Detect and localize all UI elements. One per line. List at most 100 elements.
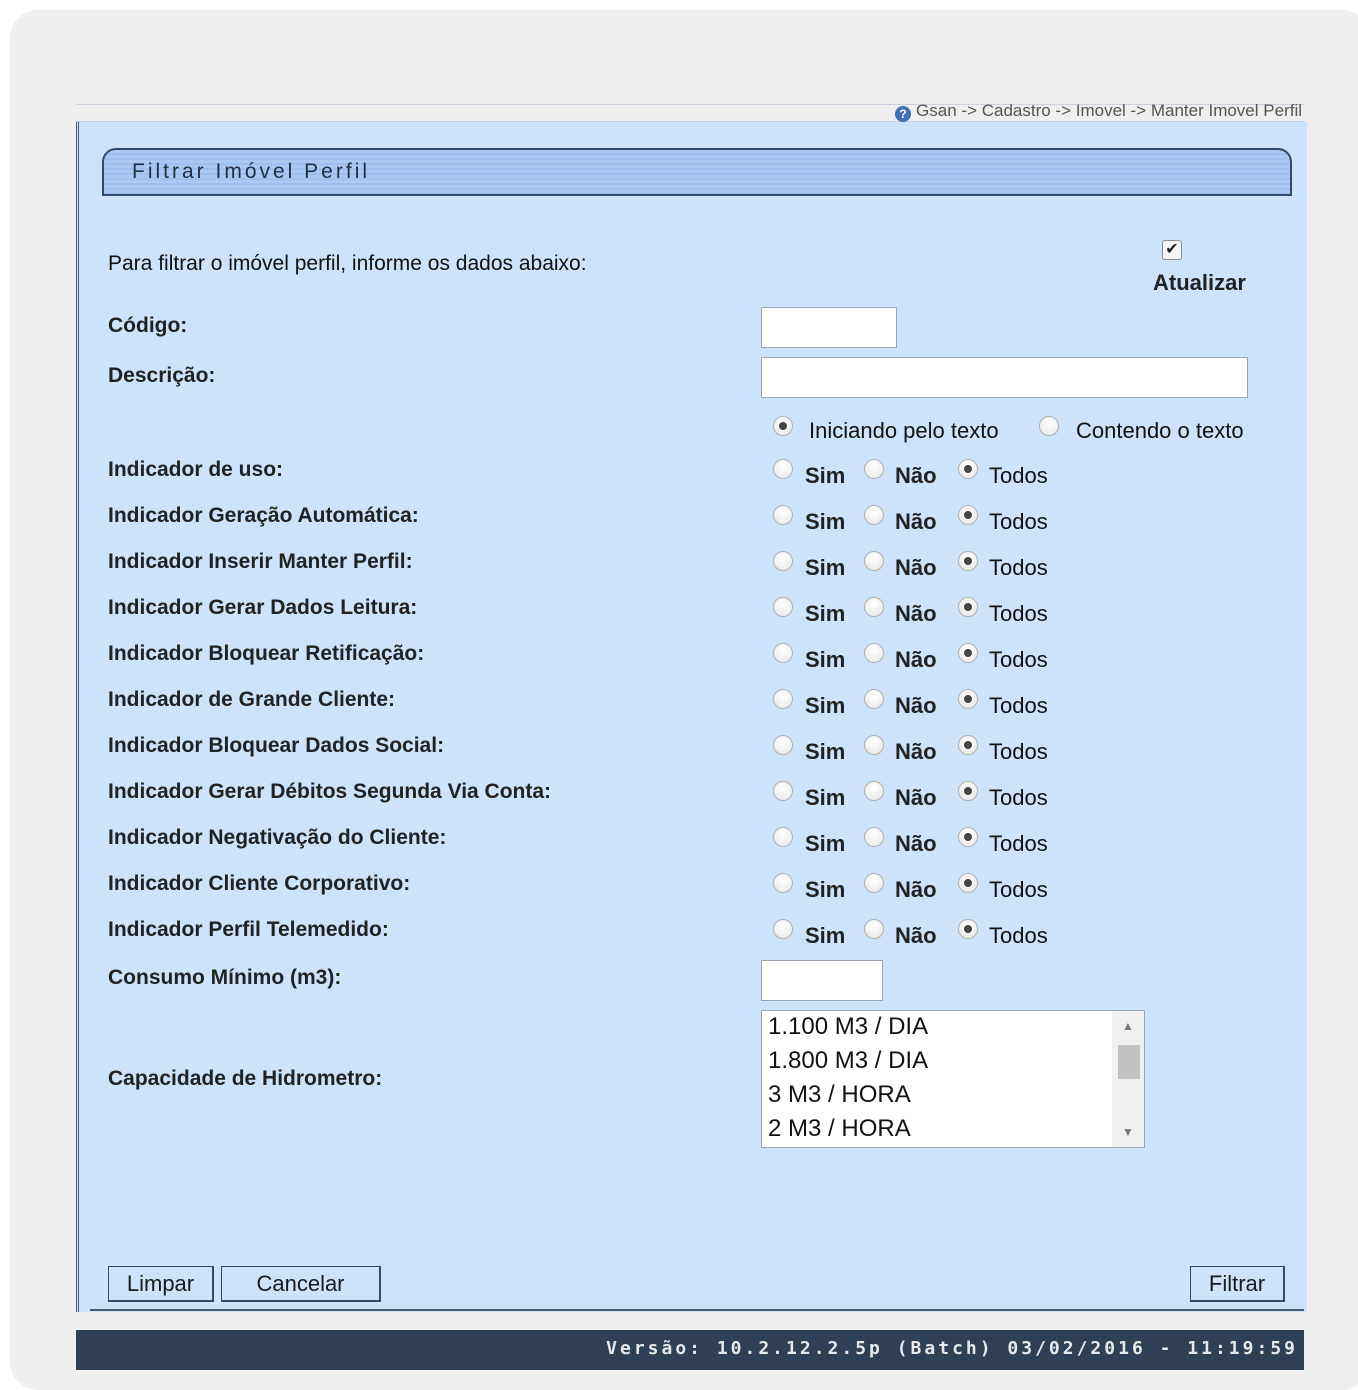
indicator-nao-label: Não [895,785,937,810]
indicator-todos-radio[interactable] [958,827,978,847]
codigo-label: Código: [108,314,188,337]
indicator-sim-radio[interactable] [773,459,793,479]
scroll-up-icon[interactable]: ▲ [1112,1015,1144,1037]
indicator-sim-radio[interactable] [773,597,793,617]
intro-text: Para filtrar o imóvel perfil, informe os… [108,252,587,275]
indicator-nao-radio[interactable] [864,505,884,525]
codigo-input[interactable] [761,307,897,348]
list-item[interactable]: 1.800 M3 / DIA [768,1047,928,1075]
listbox-scrollbar[interactable]: ▲ ▼ [1112,1011,1144,1147]
scroll-down-icon[interactable]: ▼ [1112,1121,1144,1143]
indicator-nao-label: Não [895,601,937,626]
contendo-radio[interactable] [1039,416,1059,436]
indicator-nao-label: Não [895,877,937,902]
indicator-nao-radio[interactable] [864,781,884,801]
indicator-label: Indicador Inserir Manter Perfil: [108,550,413,573]
indicator-sim-label: Sim [805,647,846,672]
indicator-todos-label: Todos [989,739,1048,764]
indicator-todos-label: Todos [989,647,1048,672]
indicator-nao-label: Não [895,923,937,948]
atualizar-label: Atualizar [1153,270,1246,295]
filtrar-button[interactable]: Filtrar [1190,1266,1285,1302]
help-icon[interactable]: ? [895,106,912,122]
indicator-nao-radio[interactable] [864,919,884,939]
indicator-todos-radio[interactable] [958,459,978,479]
indicator-nao-label: Não [895,555,937,580]
descricao-input[interactable] [761,357,1248,398]
indicator-todos-radio[interactable] [958,505,978,525]
indicator-label: Indicador de Grande Cliente: [108,688,396,711]
list-item[interactable]: 3 M3 / HORA [768,1081,911,1109]
indicator-todos-radio[interactable] [958,689,978,709]
list-item[interactable]: 1.100 M3 / DIA [768,1013,928,1041]
indicator-nao-label: Não [895,693,937,718]
iniciando-radio[interactable] [773,416,793,436]
descricao-label: Descrição: [108,364,216,387]
indicator-nao-radio[interactable] [864,689,884,709]
indicator-nao-label: Não [895,509,937,534]
indicator-todos-label: Todos [989,693,1048,718]
indicator-nao-label: Não [895,647,937,672]
indicator-todos-radio[interactable] [958,597,978,617]
indicator-sim-radio[interactable] [773,827,793,847]
indicator-nao-label: Não [895,463,937,488]
indicator-sim-label: Sim [805,877,846,902]
cancelar-button[interactable]: Cancelar [221,1266,381,1302]
indicator-todos-label: Todos [989,463,1048,488]
list-item[interactable]: 2 M3 / HORA [768,1115,911,1143]
indicator-label: Indicador Gerar Débitos Segunda Via Cont… [108,780,552,803]
atualizar-checkbox[interactable]: ✔ [1162,240,1182,260]
indicator-nao-label: Não [895,739,937,764]
indicator-todos-radio[interactable] [958,781,978,801]
indicator-label: Indicador Gerar Dados Leitura: [108,596,418,619]
indicator-nao-radio[interactable] [864,459,884,479]
indicator-sim-radio[interactable] [773,919,793,939]
scroll-thumb[interactable] [1118,1045,1140,1079]
limpar-button[interactable]: Limpar [108,1266,214,1302]
title-bar: Filtrar Imóvel Perfil [102,148,1292,196]
indicator-label: Indicador Perfil Telemedido: [108,918,389,941]
indicator-sim-label: Sim [805,739,846,764]
indicator-sim-label: Sim [805,463,846,488]
indicator-label: Indicador Negativação do Cliente: [108,826,447,849]
indicator-sim-radio[interactable] [773,551,793,571]
indicator-nao-label: Não [895,831,937,856]
page-title: Filtrar Imóvel Perfil [132,160,371,183]
indicator-sim-label: Sim [805,785,846,810]
indicator-nao-radio[interactable] [864,643,884,663]
indicator-todos-radio[interactable] [958,551,978,571]
indicator-label: Indicador de uso: [108,458,284,481]
indicator-nao-radio[interactable] [864,873,884,893]
indicator-sim-label: Sim [805,555,846,580]
capacidade-listbox[interactable]: 1.100 M3 / DIA 1.800 M3 / DIA 3 M3 / HOR… [761,1010,1145,1148]
indicator-todos-radio[interactable] [958,873,978,893]
indicator-label: Indicador Geração Automática: [108,504,419,527]
indicator-todos-radio[interactable] [958,919,978,939]
indicator-nao-radio[interactable] [864,597,884,617]
indicator-sim-radio[interactable] [773,689,793,709]
indicator-sim-label: Sim [805,923,846,948]
indicator-sim-radio[interactable] [773,735,793,755]
indicator-sim-label: Sim [805,693,846,718]
indicator-sim-radio[interactable] [773,643,793,663]
consumo-input[interactable] [761,960,883,1001]
indicator-sim-radio[interactable] [773,873,793,893]
breadcrumb: ? Gsan -> Cadastro -> Imovel -> Manter Im… [895,101,1302,122]
indicator-todos-radio[interactable] [958,735,978,755]
indicator-nao-radio[interactable] [864,827,884,847]
indicator-nao-radio[interactable] [864,735,884,755]
contendo-label: Contendo o texto [1076,418,1244,443]
indicator-sim-radio[interactable] [773,781,793,801]
indicator-sim-label: Sim [805,509,846,534]
indicator-todos-radio[interactable] [958,643,978,663]
indicator-sim-label: Sim [805,601,846,626]
version-text: Versão: 10.2.12.2.5p (Batch) 03/02/2016 … [606,1338,1298,1359]
indicator-sim-radio[interactable] [773,505,793,525]
footer-bar: Versão: 10.2.12.2.5p (Batch) 03/02/2016 … [76,1330,1304,1370]
iniciando-label: Iniciando pelo texto [809,418,999,443]
indicator-todos-label: Todos [989,877,1048,902]
indicator-label: Indicador Bloquear Retificação: [108,642,425,665]
indicator-todos-label: Todos [989,923,1048,948]
breadcrumb-text: Gsan -> Cadastro -> Imovel -> Manter Imo… [916,101,1302,120]
indicator-nao-radio[interactable] [864,551,884,571]
